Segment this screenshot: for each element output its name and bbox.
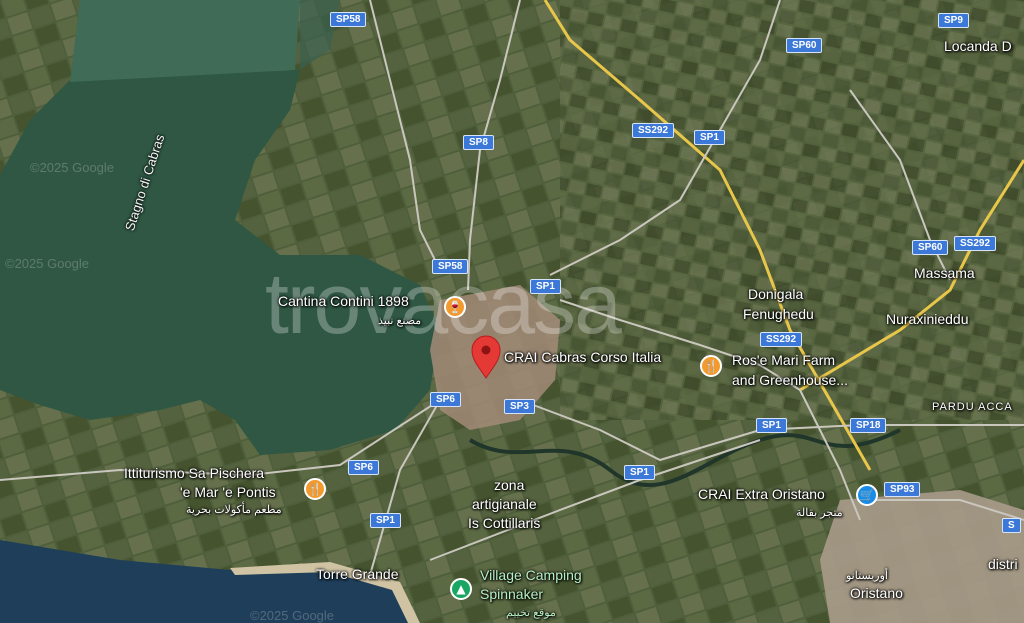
- poi-camping-sub: موقع تخييم: [506, 607, 556, 619]
- campsite-icon[interactable]: ▲: [450, 578, 472, 600]
- road-shield-sp1-low: SP1: [370, 513, 401, 528]
- road-shield-edge: S: [1002, 518, 1021, 533]
- road-shield-sp18: SP18: [850, 418, 887, 433]
- place-locanda[interactable]: Locanda D: [944, 38, 1012, 54]
- poi-rose-mari-name2[interactable]: and Greenhouse...: [732, 372, 848, 388]
- road-shield-sp58-mid: SP58: [432, 259, 469, 274]
- poi-camping-name2[interactable]: Spinnaker: [480, 586, 543, 602]
- place-oristano-ar: أوريستانو: [846, 570, 888, 582]
- place-massama[interactable]: Massama: [914, 265, 975, 281]
- poi-crai-cabras-name[interactable]: CRAI Cabras Corso Italia: [504, 349, 661, 365]
- poi-ittiturismo-name[interactable]: Ittiturismo Sa Pischera: [124, 465, 264, 481]
- road-shield-ss292-right: SS292: [954, 236, 997, 251]
- road-shield-sp3: SP3: [504, 399, 535, 414]
- place-distri[interactable]: distri: [988, 556, 1018, 572]
- watermark-google: ©2025 Google: [5, 256, 90, 271]
- road-shield-sp1-mid: SP1: [530, 279, 561, 294]
- road-shield-sp58-top: SP58: [330, 12, 367, 27]
- poi-cantina-sub: مصنع نبيذ: [378, 315, 422, 327]
- poi-crai-extra-name[interactable]: CRAI Extra Oristano: [698, 486, 825, 502]
- poi-ittiturismo-sub: مطعم مأكولات بحرية: [186, 504, 282, 516]
- poi-ittiturismo-name2[interactable]: 'e Mar 'e Pontis: [180, 484, 276, 500]
- road-shield-sp60-right: SP60: [912, 240, 949, 255]
- place-zona[interactable]: zona: [494, 477, 524, 493]
- road-shield-sp1-top: SP1: [694, 130, 725, 145]
- place-torre-grande[interactable]: Torre Grande: [316, 566, 398, 582]
- shopping-cart-icon[interactable]: 🛒: [856, 484, 878, 506]
- place-donigala[interactable]: Donigala: [748, 286, 803, 302]
- road-shield-ss292-top: SS292: [632, 123, 675, 138]
- restaurant-icon[interactable]: 🍴: [700, 355, 722, 377]
- road-shield-sp8: SP8: [463, 135, 494, 150]
- place-pardu-acca[interactable]: PARDU ACCA: [932, 399, 1013, 415]
- poi-cantina-name[interactable]: Cantina Contini 1898: [278, 293, 409, 309]
- place-is-cottillaris[interactable]: Is Cottillaris: [468, 515, 540, 531]
- watermark-copyright: ©2025 Google: [30, 160, 115, 175]
- road-shield-sp1-right: SP1: [756, 418, 787, 433]
- road-shield-sp1-c: SP1: [624, 465, 655, 480]
- road-shield-ss292-mid: SS292: [760, 332, 803, 347]
- road-shield-sp6-b: SP6: [348, 460, 379, 475]
- place-oristano[interactable]: Oristano: [850, 585, 903, 601]
- road-shield-sp9: SP9: [938, 13, 969, 28]
- restaurant-icon[interactable]: 🍴: [304, 478, 326, 500]
- poi-crai-extra-sub: متجر بقالة: [796, 507, 843, 519]
- place-artigianale[interactable]: artigianale: [472, 496, 537, 512]
- poi-camping-name[interactable]: Village Camping: [480, 567, 582, 583]
- poi-rose-mari-name[interactable]: Ros'e Mari Farm: [732, 352, 835, 368]
- wine-glass-icon[interactable]: 🍷: [444, 296, 466, 318]
- lake-north: [70, 0, 300, 82]
- road-shield-sp6-a: SP6: [430, 392, 461, 407]
- road-shield-sp93: SP93: [884, 482, 921, 497]
- road-shield-sp60-top: SP60: [786, 38, 823, 53]
- watermark-google-2: ©2025 Google: [250, 608, 335, 623]
- place-fenughedu[interactable]: Fenughedu: [743, 306, 814, 322]
- place-nuraxinieddu[interactable]: Nuraxinieddu: [886, 311, 969, 327]
